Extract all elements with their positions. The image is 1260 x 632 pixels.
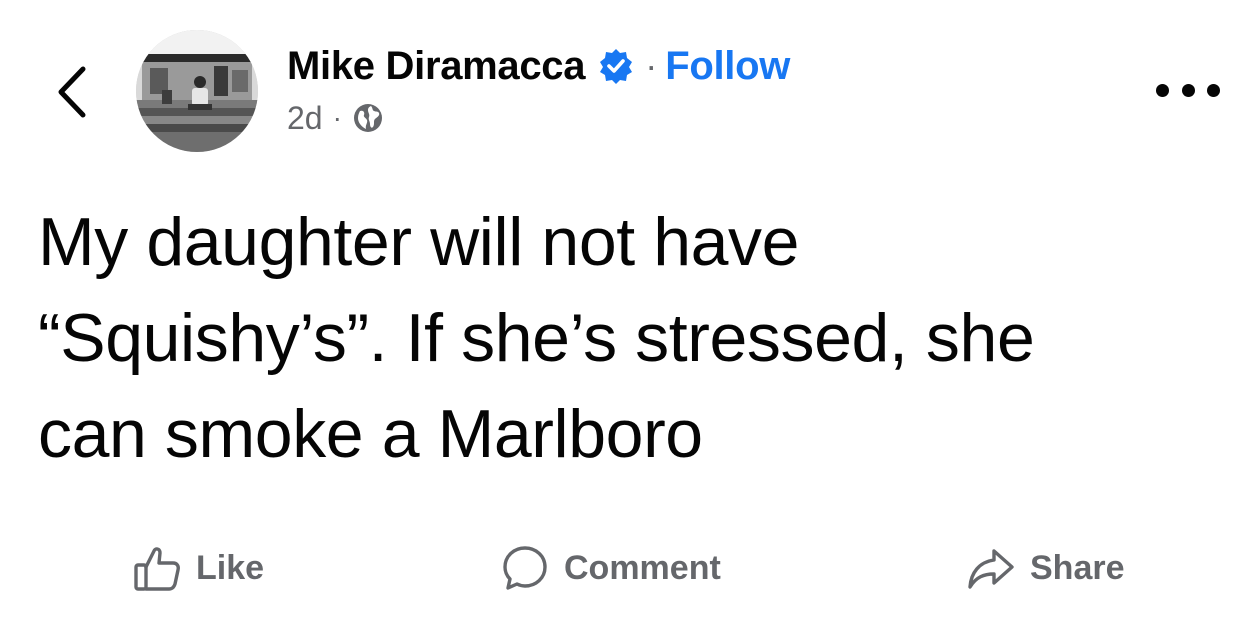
- follow-button[interactable]: Follow: [665, 44, 790, 89]
- post-header: Mike Diramacca · Follow: [287, 40, 790, 92]
- more-options-icon: [1181, 83, 1195, 97]
- globe-icon[interactable]: [352, 102, 384, 134]
- meta-separator: ·: [332, 102, 342, 133]
- share-button[interactable]: Share: [966, 530, 1125, 606]
- comment-label: Comment: [564, 548, 721, 587]
- back-button[interactable]: [44, 60, 100, 124]
- post-meta: 2d ·: [287, 96, 384, 140]
- author-name[interactable]: Mike Diramacca: [287, 44, 586, 89]
- comment-icon: [500, 543, 550, 593]
- share-icon: [966, 543, 1016, 593]
- share-label: Share: [1030, 548, 1125, 587]
- verified-badge-icon: [597, 47, 635, 85]
- avatar[interactable]: [136, 30, 258, 152]
- like-icon: [132, 543, 182, 593]
- post-text: My daughter will not have “Squishy’s”. I…: [38, 204, 1035, 472]
- like-button[interactable]: Like: [132, 530, 264, 606]
- comment-button[interactable]: Comment: [500, 530, 721, 606]
- more-options-icon: [1207, 83, 1220, 97]
- separator-dot: ·: [645, 45, 658, 86]
- chevron-left-icon: [58, 66, 86, 118]
- timestamp[interactable]: 2d: [287, 100, 323, 137]
- more-options-button[interactable]: [1156, 72, 1220, 108]
- more-options-icon: [1156, 83, 1169, 97]
- avatar-photo: [136, 30, 258, 152]
- post-actions: Like Comment Share: [0, 530, 1260, 606]
- like-label: Like: [196, 548, 265, 587]
